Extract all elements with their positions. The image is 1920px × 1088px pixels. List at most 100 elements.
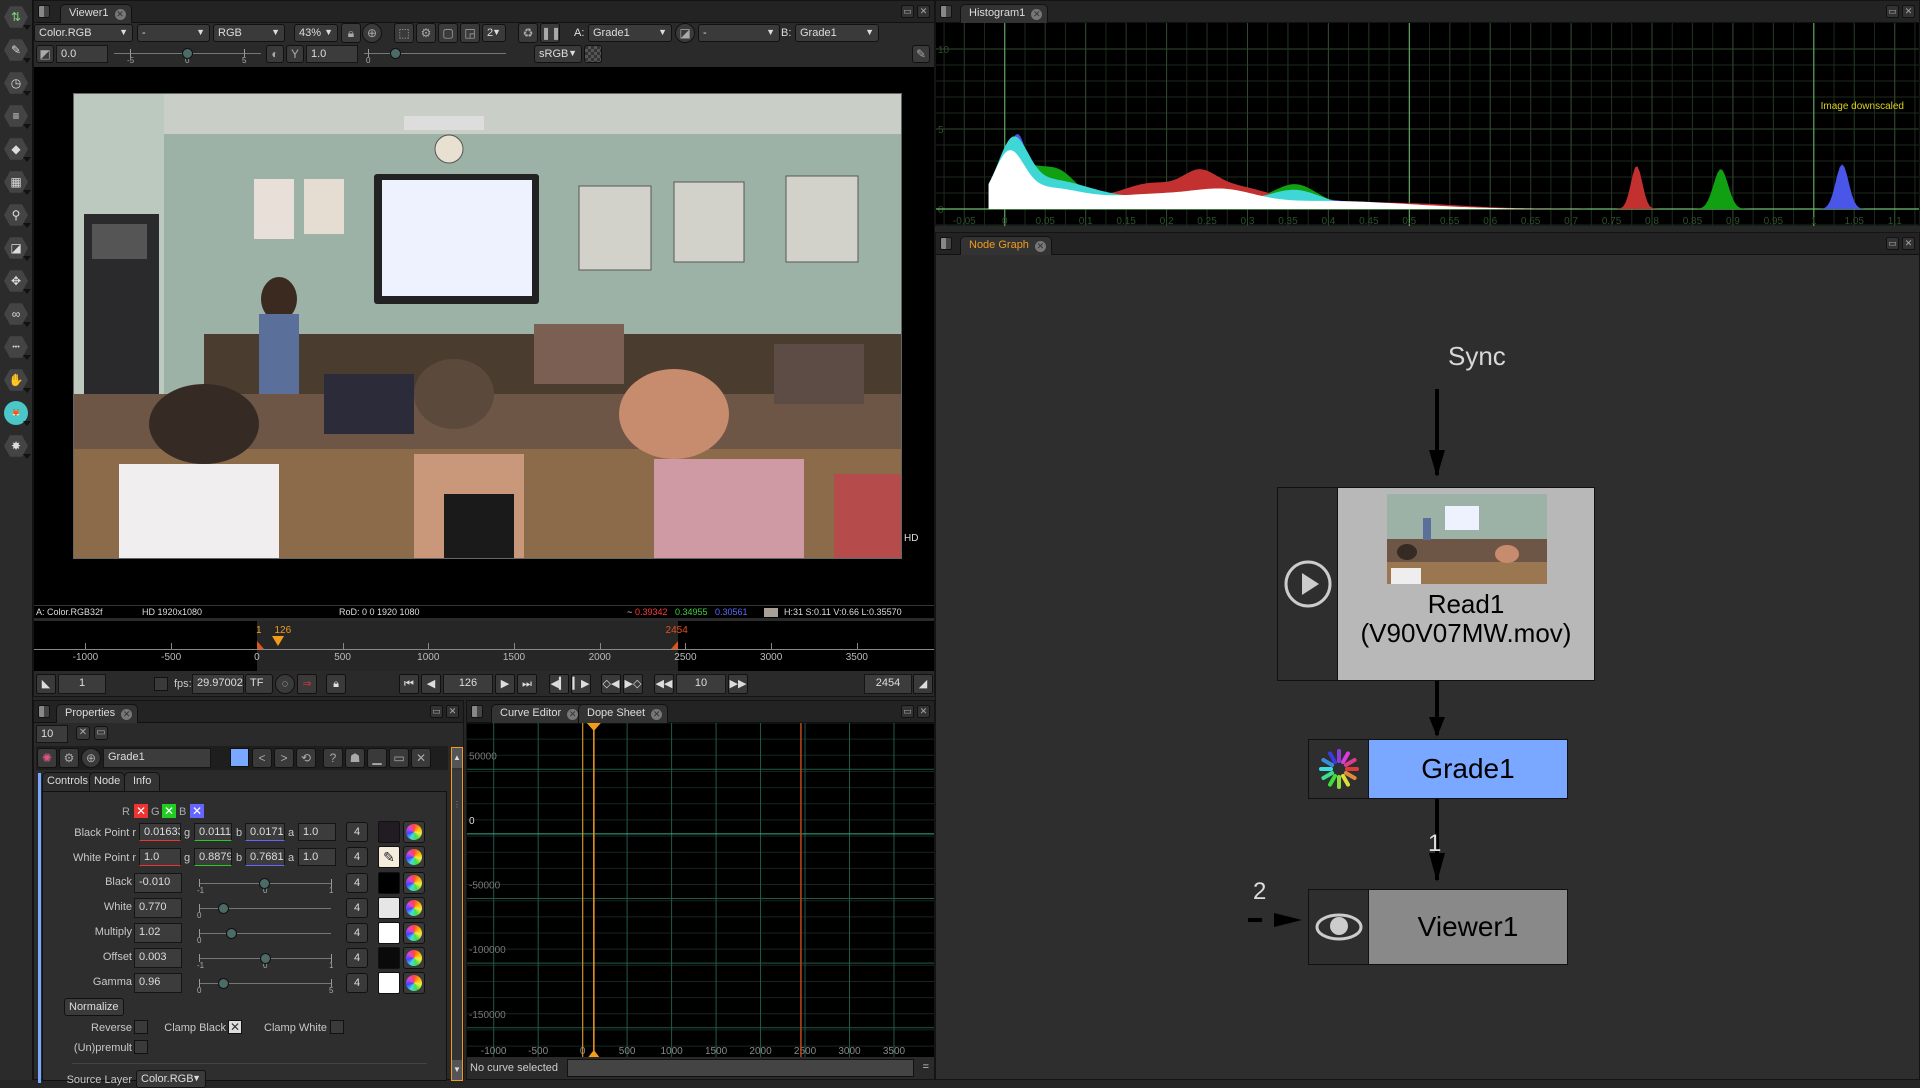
white-dims-button[interactable]: 4 <box>346 898 368 918</box>
close-properties-button[interactable]: ✕ <box>411 748 431 768</box>
multiply-field[interactable]: 1.02 <box>134 923 182 943</box>
gamma-swatch[interactable] <box>378 972 400 994</box>
jump-backward-button[interactable]: ◀◀ <box>654 674 674 694</box>
play-forward-button[interactable]: ▎▶ <box>571 674 591 694</box>
curve-editor-canvas[interactable]: -1000 -500 0 500 1000 1500 2000 2500 3000 3500 500… <box>467 722 934 1059</box>
node-settings-button[interactable]: ⚙ <box>59 748 79 768</box>
black-slider[interactable]: -1 0 1 <box>194 873 336 895</box>
auto-contrast-button[interactable]: ◩ <box>36 45 54 63</box>
gamma-dims-button[interactable]: 4 <box>346 973 368 993</box>
slider-knob[interactable] <box>260 953 271 964</box>
close-tab-icon[interactable]: ✕ <box>1034 241 1046 252</box>
clip-to-project-button[interactable]: ▢ <box>438 23 458 43</box>
gain-field[interactable]: 0.0 <box>56 45 108 63</box>
float-panel-button[interactable]: ▭ <box>901 5 914 18</box>
scroll-thumb[interactable]: ⋮ <box>452 770 462 840</box>
composite-operator-select[interactable]: - ▼ <box>698 24 780 42</box>
tab-histogram1[interactable]: Histogram1 ✕ <box>960 4 1049 23</box>
add-viewer-button[interactable]: ⊕ <box>362 23 382 43</box>
close-tab-icon[interactable]: ✕ <box>651 709 663 720</box>
node-viewer1[interactable]: Viewer1 <box>1308 889 1568 965</box>
multiply-slider[interactable]: 0 <box>194 923 336 945</box>
white-point-a-field[interactable]: 1.0 <box>298 848 336 866</box>
offset-swatch[interactable] <box>378 947 400 969</box>
lock-viewer-button[interactable]: 🔒︎ <box>341 23 361 43</box>
gamma-toggle-button[interactable]: ◐ <box>266 45 284 63</box>
histogram-canvas[interactable]: -0.05 0 0.05 0.1 0.15 0.2 0.25 0.3 0.35 0.4 0.45 0.… <box>936 23 1919 227</box>
playhead-marker[interactable] <box>272 636 285 646</box>
white-point-b-field[interactable]: 0.7681 <box>245 848 285 866</box>
input-b-select[interactable]: Grade1 ▼ <box>795 24 879 42</box>
current-frame-field[interactable]: 126 <box>443 674 493 694</box>
float-panel-button[interactable]: ▭ <box>901 705 914 718</box>
redo-button[interactable]: > <box>274 748 294 768</box>
black-color-picker[interactable] <box>403 872 425 894</box>
multiply-dims-button[interactable]: 4 <box>346 923 368 943</box>
source-layer-select[interactable]: Color.RGB ▼ <box>136 1070 206 1088</box>
slider-knob[interactable] <box>225 928 237 939</box>
first-frame-button[interactable]: ⏮ <box>399 674 419 694</box>
node-add-button[interactable]: ⊕ <box>81 748 101 768</box>
float-properties-button[interactable]: ▭ <box>389 748 409 768</box>
properties-scrollbar[interactable]: ▲ ⋮ ▼ <box>451 747 463 1081</box>
tab-curve-editor[interactable]: Curve Editor ✕ <box>491 704 585 723</box>
float-panel-button[interactable]: ▭ <box>430 705 443 718</box>
node-read1[interactable]: Read1 (V90V07MW.mov) <box>1277 487 1595 681</box>
white-swatch[interactable] <box>378 897 400 919</box>
close-tab-icon[interactable]: ✕ <box>121 709 133 720</box>
set-in-point-button[interactable]: ◣ <box>36 674 56 694</box>
pause-updates-button[interactable]: ❚❚ <box>540 23 561 43</box>
in-point-field[interactable]: 1 <box>58 674 106 694</box>
fps-field[interactable]: 29.97002 <box>192 674 244 694</box>
tool-channel-tools[interactable]: ≡ <box>3 103 31 129</box>
slider-knob[interactable] <box>390 48 401 59</box>
roi-button[interactable]: ⬚ <box>394 23 414 43</box>
max-panels-field[interactable]: 10 <box>36 725 68 743</box>
white-point-r-field[interactable]: 1.0 <box>139 848 181 866</box>
restore-defaults-button[interactable]: ⟲ <box>296 748 316 768</box>
offset-field[interactable]: 0.003 <box>134 948 182 968</box>
slider-knob[interactable] <box>217 978 229 989</box>
reverse-checkbox[interactable] <box>134 1020 148 1034</box>
out-point-marker[interactable] <box>670 641 678 649</box>
black-point-r-field[interactable]: 0.01633 <box>139 823 181 841</box>
tool-transform-tools[interactable]: ✥ <box>3 268 31 294</box>
black-point-b-field[interactable]: 0.0171 <box>245 823 285 841</box>
panel-menu-handle[interactable] <box>38 5 50 18</box>
previous-frame-button[interactable]: ◀ <box>421 674 441 694</box>
tab-info[interactable]: Info <box>124 772 161 791</box>
node-name-field[interactable]: Grade1 <box>103 748 211 768</box>
channel-r-toggle[interactable]: ✕ <box>134 804 148 818</box>
black-swatch[interactable] <box>378 872 400 894</box>
tool-misc-tools[interactable]: ✸ <box>3 433 31 459</box>
jump-forward-button[interactable]: ▶▶ <box>728 674 748 694</box>
slider-knob[interactable] <box>217 903 229 914</box>
node-graph-canvas[interactable]: Sync Read1 (V90V07MW.mov) Grade1 1 2 Vie… <box>936 255 1919 1079</box>
panel-menu-handle[interactable] <box>940 5 952 18</box>
node-color-button[interactable] <box>230 748 249 767</box>
white-color-picker[interactable] <box>403 897 425 919</box>
offset-slider[interactable]: -1 0 1 <box>194 948 336 970</box>
minimize-panel-button[interactable]: ▁ <box>367 748 387 768</box>
white-point-eyedropper[interactable]: ✎ <box>378 846 400 868</box>
black-point-swatch[interactable] <box>378 821 400 843</box>
clamp-white-checkbox[interactable] <box>330 1020 344 1034</box>
close-tab-icon[interactable]: ✕ <box>1031 9 1043 20</box>
hide-overlay-button[interactable]: ☗ <box>345 748 365 768</box>
close-tab-icon[interactable]: ✕ <box>114 9 126 20</box>
white-point-dims-button[interactable]: 4 <box>346 847 368 867</box>
float-panel-button[interactable]: ▭ <box>1886 5 1899 18</box>
help-button[interactable]: ? <box>323 748 343 768</box>
scroll-up-button[interactable]: ▲ <box>452 748 462 768</box>
white-slider[interactable]: 0 <box>194 898 336 920</box>
gamma-color-picker[interactable] <box>403 972 425 994</box>
close-panel-button[interactable]: ✕ <box>917 705 930 718</box>
out-point-field[interactable]: 2454 <box>864 674 912 694</box>
tab-dope-sheet[interactable]: Dope Sheet ✕ <box>578 704 669 723</box>
gamma-field[interactable]: 0.96 <box>134 973 182 993</box>
tool-other-tools[interactable]: ••• <box>3 334 31 360</box>
black-field[interactable]: -0.010 <box>134 873 182 893</box>
gain-slider[interactable]: -5 0 5 <box>110 45 265 65</box>
close-panel-button[interactable]: ✕ <box>1902 237 1915 250</box>
tab-properties[interactable]: Properties ✕ <box>56 704 139 723</box>
